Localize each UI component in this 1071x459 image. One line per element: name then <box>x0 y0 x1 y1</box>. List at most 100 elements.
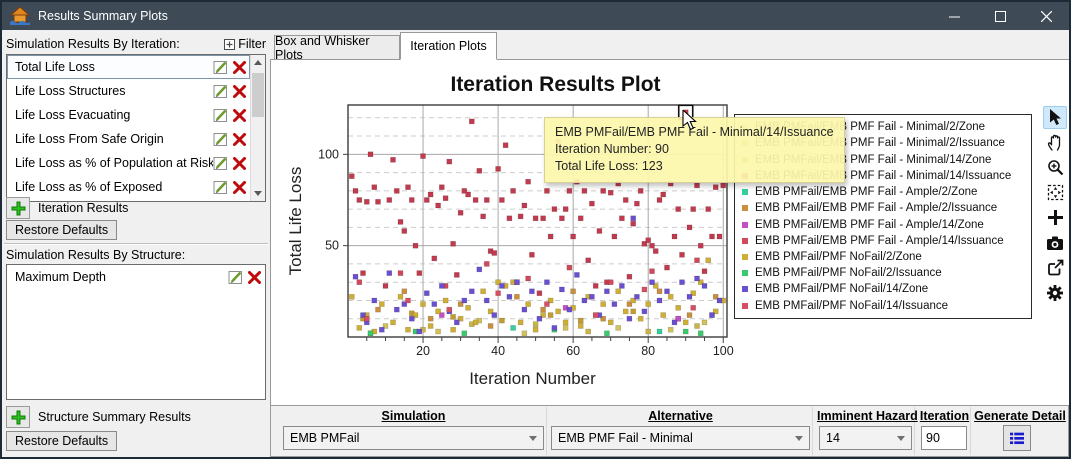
filter-button[interactable]: Filter <box>224 37 266 51</box>
add-iteration-result-button[interactable] <box>6 197 30 219</box>
edit-icon[interactable] <box>213 156 229 171</box>
list-item[interactable]: Maximum Depth <box>7 265 265 289</box>
pointer-tool-button[interactable] <box>1043 106 1067 129</box>
close-button[interactable] <box>1023 2 1069 30</box>
structure-results-header: Simulation Results By Structure: <box>6 248 186 262</box>
edit-icon[interactable] <box>228 270 244 285</box>
alternative-label: Alternative <box>648 409 713 423</box>
list-scrollbar[interactable] <box>250 55 265 201</box>
chevron-down-icon <box>897 435 905 441</box>
add-structure-result-button[interactable] <box>6 406 30 428</box>
legend-label: EMB PMFail/EMB PMF Fail - Ample/14/Zone <box>755 218 984 231</box>
legend-marker-icon <box>742 205 748 212</box>
svg-text:100: 100 <box>318 147 339 161</box>
left-panel: Simulation Results By Iteration: Filter … <box>2 32 270 457</box>
legend-label: EMB PMFail/EMB PMF Fail - Ample/2/Issuan… <box>755 202 998 215</box>
pan-tool-button[interactable] <box>1043 131 1067 154</box>
tooltip-x-line: Iteration Number: 90 <box>555 142 669 156</box>
iteration-plot-panel: 50 100 20 40 60 80 100 Iteration Results Plot It… <box>270 59 1040 405</box>
svg-text:100: 100 <box>713 344 734 358</box>
iteration-input[interactable] <box>921 426 967 450</box>
generate-detail-button[interactable] <box>1003 425 1031 451</box>
generate-detail-label: Generate Detail <box>974 409 1066 423</box>
tab-iteration-plots[interactable]: Iteration Plots <box>400 32 497 60</box>
mouse-cursor-icon <box>682 110 697 131</box>
legend-item: EMB PMFail/EMB PMF Fail - Ample/2/Issuan… <box>742 202 1024 214</box>
minimize-button[interactable] <box>931 2 977 30</box>
iteration-label: Iteration <box>919 409 970 423</box>
list-item-label: Life Loss as % of Population at Risk <box>15 156 213 170</box>
iteration-results-header: Simulation Results By Iteration: <box>6 37 180 51</box>
filter-plus-icon <box>224 38 236 50</box>
svg-text:Total Life Loss: Total Life Loss <box>286 167 305 276</box>
list-item[interactable]: Life Loss Structures <box>7 79 250 103</box>
window-title: Results Summary Plots <box>38 9 168 23</box>
list-item[interactable]: Life Loss as % of Population at Risk <box>7 151 250 175</box>
edit-icon[interactable] <box>213 108 229 123</box>
legend-label: EMB PMFail/PMF NoFail/14/Issuance <box>755 299 949 312</box>
legend-item: EMB PMFail/PMF NoFail/2/Issuance <box>742 267 1024 279</box>
scroll-thumb[interactable] <box>252 73 264 117</box>
legend-marker-icon <box>742 270 748 277</box>
edit-icon[interactable] <box>213 132 229 147</box>
legend-label: EMB PMFail/EMB PMF Fail - Ample/2/Zone <box>755 186 978 199</box>
delete-icon[interactable] <box>233 132 246 146</box>
delete-icon[interactable] <box>233 156 246 170</box>
app-logo-icon <box>10 7 30 25</box>
plus-icon <box>11 201 25 215</box>
zoom-extent-tool-button[interactable] <box>1043 181 1067 204</box>
alternative-select[interactable]: EMB PMF Fail - Minimal <box>551 426 810 450</box>
list-item[interactable]: Life Loss Evacuating <box>7 103 250 127</box>
scroll-up-icon[interactable] <box>254 60 262 65</box>
simulation-label: Simulation <box>381 409 446 423</box>
camera-icon <box>1047 236 1063 250</box>
delete-icon[interactable] <box>233 60 246 74</box>
zoom-in-icon <box>1047 160 1063 176</box>
legend-marker-icon <box>742 286 748 293</box>
detail-list-icon <box>1010 432 1024 444</box>
svg-text:Iteration Results Plot: Iteration Results Plot <box>450 73 660 96</box>
snapshot-tool-button[interactable] <box>1043 231 1067 254</box>
structure-results-list[interactable]: Maximum Depth <box>6 264 266 400</box>
simulation-select[interactable]: EMB PMFail <box>283 426 544 450</box>
settings-tool-button[interactable] <box>1043 281 1067 304</box>
legend-marker-icon <box>742 221 748 228</box>
pan-hand-icon <box>1047 134 1060 151</box>
restore-defaults-button-2[interactable]: Restore Defaults <box>6 431 118 451</box>
export-tool-button[interactable] <box>1043 256 1067 279</box>
legend-item: EMB PMFail/PMF NoFail/14/Issuance <box>742 300 1024 312</box>
tab-box-and-whisker-plots[interactable]: Box and Whisker Plots <box>274 34 400 62</box>
list-item-label: Life Loss as % of Exposed <box>15 180 163 194</box>
iteration-results-list[interactable]: Total Life Loss Life Loss Structures Life … <box>6 54 266 202</box>
legend-item: EMB PMFail/EMB PMF Fail - Ample/14/Zone <box>742 219 1024 231</box>
delete-icon[interactable] <box>233 84 246 98</box>
maximize-button[interactable] <box>977 2 1023 30</box>
zoom-extent-icon <box>1047 184 1063 201</box>
restore-defaults-button[interactable]: Restore Defaults <box>6 220 118 240</box>
legend-label: EMB PMFail/PMF NoFail/2/Issuance <box>755 267 942 280</box>
pointer-icon <box>1050 109 1061 125</box>
plot-toolbar <box>1040 59 1069 405</box>
zoom-tool-button[interactable] <box>1043 156 1067 179</box>
list-item[interactable]: Life Loss From Safe Origin <box>7 127 250 151</box>
edit-icon[interactable] <box>213 60 229 75</box>
panel-divider <box>4 243 268 245</box>
imminent-hazard-select[interactable]: 14 <box>819 426 912 450</box>
legend-item: EMB PMFail/PMF NoFail/2/Zone <box>742 251 1024 263</box>
edit-icon[interactable] <box>213 180 229 195</box>
legend-label: EMB PMFail/EMB PMF Fail - Ample/14/Issua… <box>755 234 1004 247</box>
imminent-hazard-label: Imminent Hazard <box>817 409 918 423</box>
delete-icon[interactable] <box>233 180 246 194</box>
edit-icon[interactable] <box>213 84 229 99</box>
list-item[interactable]: Total Life Loss <box>7 55 250 79</box>
legend-marker-icon <box>742 253 748 260</box>
crosshair-tool-button[interactable] <box>1043 206 1067 229</box>
delete-icon[interactable] <box>233 108 246 122</box>
scroll-down-icon[interactable] <box>254 191 262 196</box>
legend-label: EMB PMFail/PMF NoFail/14/Zone <box>755 283 929 296</box>
svg-text:20: 20 <box>416 344 430 358</box>
detail-controls-bar: Simulation EMB PMFail Alternative EMB PM… <box>270 405 1069 457</box>
title-bar[interactable]: Results Summary Plots <box>2 2 1069 30</box>
export-icon <box>1047 259 1063 276</box>
delete-icon[interactable] <box>248 270 261 284</box>
